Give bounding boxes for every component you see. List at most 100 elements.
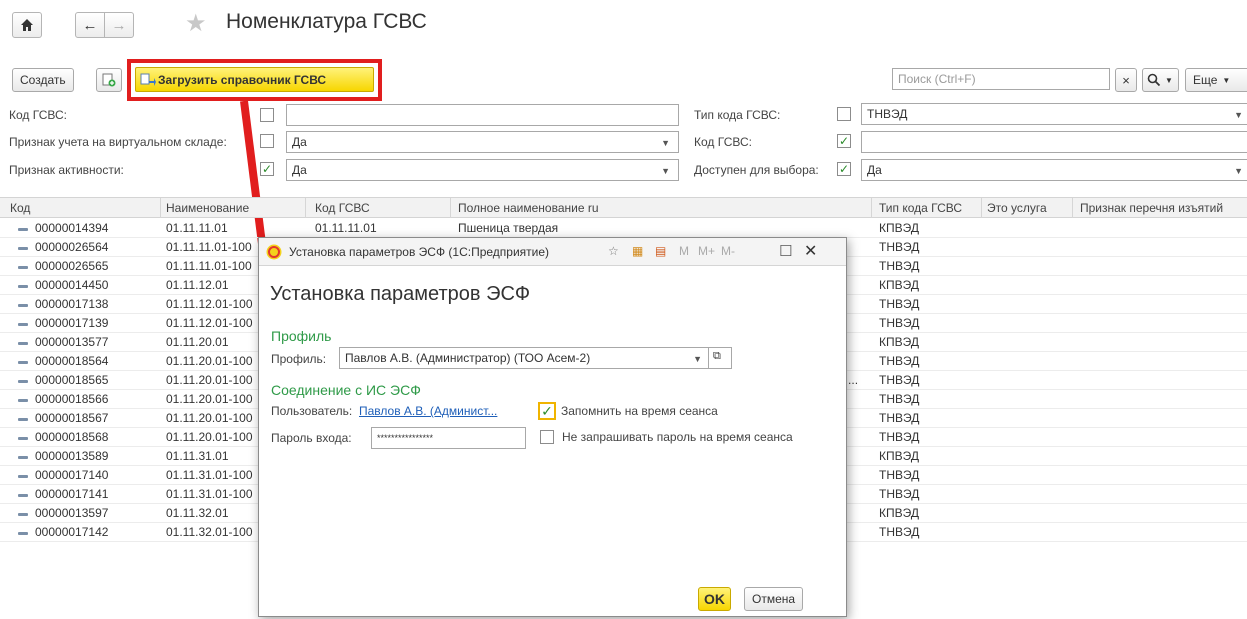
favorite-icon[interactable]: ☆ bbox=[608, 244, 619, 258]
type-filter-checkbox[interactable] bbox=[837, 107, 851, 121]
memory-plus-button[interactable]: M+ bbox=[698, 244, 715, 258]
cell-code: 00000017140 bbox=[35, 468, 109, 482]
1c-logo-icon bbox=[266, 244, 282, 260]
password-label: Пароль входа: bbox=[271, 431, 352, 445]
profile-select[interactable]: Павлов А.В. (Администратор) (ТОО Асем-2)… bbox=[339, 347, 709, 369]
code-filter-label: Код ГСВС: bbox=[9, 108, 67, 122]
memory-minus-button[interactable]: M- bbox=[721, 244, 735, 258]
cell-code-type: ТНВЭД bbox=[879, 316, 920, 330]
search-button[interactable]: ▼ bbox=[1142, 68, 1179, 92]
item-marker-icon bbox=[18, 494, 28, 497]
virtual-filter-checkbox[interactable] bbox=[260, 134, 274, 148]
load-icon bbox=[140, 73, 156, 86]
cell-code: 00000026564 bbox=[35, 240, 109, 254]
available-filter-label: Доступен для выбора: bbox=[694, 163, 819, 177]
table-row[interactable]: 00000014394 01.11.11.01 01.11.11.01 Пшеница… bbox=[0, 219, 1247, 238]
password-input[interactable]: **************** bbox=[371, 427, 526, 449]
clear-search-button[interactable]: × bbox=[1115, 68, 1137, 92]
home-icon bbox=[21, 19, 33, 31]
item-marker-icon bbox=[18, 475, 28, 478]
close-icon[interactable]: ✕ bbox=[804, 241, 817, 261]
arrow-right-icon: → bbox=[111, 16, 127, 34]
profile-open-button[interactable]: ⧉ bbox=[708, 347, 732, 369]
close-icon: × bbox=[1122, 72, 1130, 88]
available-filter-select[interactable]: Да ▼ bbox=[861, 159, 1247, 181]
create-button[interactable]: Создать bbox=[12, 68, 74, 92]
profile-section-title: Профиль bbox=[271, 328, 332, 344]
available-filter-checkbox[interactable]: ✓ bbox=[837, 162, 851, 176]
column-header-code-type[interactable]: Тип кода ГСВС bbox=[879, 201, 962, 215]
cell-name: 01.11.20.01-100 bbox=[166, 430, 253, 444]
type-filter-select[interactable]: ТНВЭД ▼ bbox=[861, 103, 1247, 125]
cancel-button-label: Отмена bbox=[752, 592, 796, 606]
active-filter-label: Признак активности: bbox=[9, 163, 124, 177]
cell-code: 00000018564 bbox=[35, 354, 109, 368]
back-button[interactable]: ← bbox=[75, 12, 105, 38]
table-header: Код Наименование Код ГСВС Полное наимено… bbox=[0, 197, 1247, 218]
search-input[interactable]: Поиск (Ctrl+F) bbox=[892, 68, 1110, 90]
calculator-icon[interactable]: ▦ bbox=[632, 244, 643, 258]
column-header-exemption[interactable]: Признак перечня изъятий bbox=[1080, 201, 1223, 215]
cell-code: 00000018567 bbox=[35, 411, 109, 425]
active-filter-select[interactable]: Да ▼ bbox=[286, 159, 679, 181]
cell-name: 01.11.31.01 bbox=[166, 449, 229, 463]
column-header-is-service[interactable]: Это услуга bbox=[987, 201, 1047, 215]
calendar-icon[interactable]: ▤ bbox=[655, 244, 666, 258]
item-marker-icon bbox=[18, 228, 28, 231]
no-ask-password-checkbox[interactable] bbox=[540, 430, 554, 444]
item-marker-icon bbox=[18, 247, 28, 250]
cell-code: 00000013577 bbox=[35, 335, 109, 349]
item-marker-icon bbox=[18, 437, 28, 440]
item-marker-icon bbox=[18, 285, 28, 288]
no-ask-password-label: Не запрашивать пароль на время сеанса bbox=[562, 430, 793, 444]
code-filter-input[interactable] bbox=[286, 104, 679, 126]
more-button[interactable]: Еще ▼ bbox=[1185, 68, 1247, 92]
cell-code-type: КПВЭД bbox=[879, 449, 919, 463]
code2-filter-checkbox[interactable]: ✓ bbox=[837, 134, 851, 148]
column-header-name[interactable]: Наименование bbox=[166, 201, 249, 215]
open-window-icon: ⧉ bbox=[713, 350, 721, 362]
cell-code-type: ТНВЭД bbox=[879, 354, 920, 368]
load-gsvs-label: Загрузить справочник ГСВС bbox=[158, 72, 327, 87]
ok-button[interactable]: OK bbox=[698, 587, 731, 611]
item-marker-icon bbox=[18, 380, 28, 383]
cell-code: 00000018568 bbox=[35, 430, 109, 444]
code2-filter-input[interactable] bbox=[861, 131, 1247, 153]
memory-button[interactable]: M bbox=[679, 244, 689, 258]
cell-code: 00000017139 bbox=[35, 316, 109, 330]
cell-code: 00000014450 bbox=[35, 278, 109, 292]
user-label: Пользователь: bbox=[271, 404, 353, 418]
cell-name: 01.11.12.01-100 bbox=[166, 297, 253, 311]
active-filter-checkbox[interactable]: ✓ bbox=[260, 162, 274, 176]
esf-settings-dialog: Установка параметров ЭСФ (1С:Предприятие… bbox=[258, 237, 847, 617]
remember-session-label: Запомнить на время сеанса bbox=[561, 404, 718, 418]
connection-section-title: Соединение с ИС ЭСФ bbox=[271, 382, 421, 398]
cell-code-type: ТНВЭД bbox=[879, 373, 920, 387]
remember-session-checkbox[interactable]: ✓ bbox=[538, 402, 556, 420]
user-link[interactable]: Павлов А.В. (Админист... bbox=[359, 404, 497, 418]
maximize-icon[interactable]: ☐ bbox=[779, 242, 792, 260]
forward-button[interactable]: → bbox=[104, 12, 134, 38]
cell-name: 01.11.20.01-100 bbox=[166, 392, 253, 406]
cell-name: 01.11.20.01-100 bbox=[166, 373, 253, 387]
virtual-filter-label: Признак учета на виртуальном складе: bbox=[9, 135, 227, 149]
dialog-titlebar: Установка параметров ЭСФ (1С:Предприятие… bbox=[259, 238, 846, 266]
home-button[interactable] bbox=[12, 12, 42, 38]
load-gsvs-button[interactable]: Загрузить справочник ГСВС bbox=[135, 67, 374, 92]
cell-code-type: ТНВЭД bbox=[879, 259, 920, 273]
item-marker-icon bbox=[18, 361, 28, 364]
code-filter-checkbox[interactable] bbox=[260, 108, 274, 122]
cell-code: 00000017142 bbox=[35, 525, 109, 539]
page-title: Номенклатура ГСВС bbox=[226, 10, 427, 33]
column-header-full-name[interactable]: Полное наименование ru bbox=[458, 201, 599, 215]
search-icon bbox=[1147, 73, 1161, 87]
star-icon[interactable]: ★ bbox=[185, 9, 207, 38]
column-header-gsvs-code[interactable]: Код ГСВС bbox=[315, 201, 370, 215]
column-header-code[interactable]: Код bbox=[10, 201, 30, 215]
cancel-button[interactable]: Отмена bbox=[744, 587, 804, 611]
cell-code-type: КПВЭД bbox=[879, 335, 919, 349]
virtual-filter-select[interactable]: Да ▼ bbox=[286, 131, 679, 153]
copy-button[interactable] bbox=[96, 68, 122, 92]
cell-code-type: КПВЭД bbox=[879, 278, 919, 292]
item-marker-icon bbox=[18, 304, 28, 307]
